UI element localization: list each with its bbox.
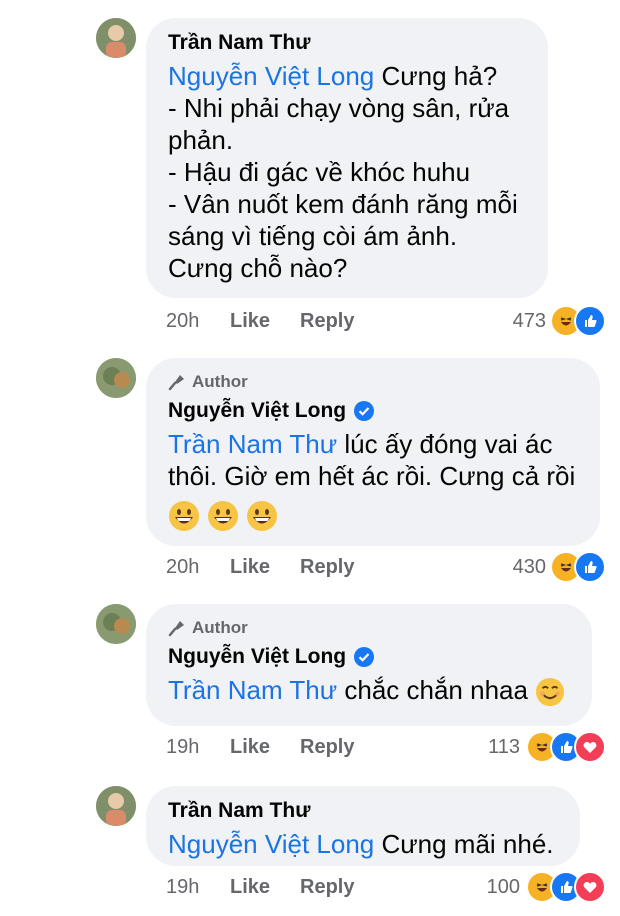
grinning-emoji [247, 501, 278, 532]
reaction-count[interactable]: 473 [513, 310, 546, 333]
mention-link[interactable]: Nguyễn Việt Long [168, 61, 374, 91]
love-icon [574, 731, 606, 763]
reply-button[interactable]: Reply [300, 736, 400, 759]
like-icon [574, 305, 606, 337]
comment-bubble: Trần Nam Thư Nguyễn Việt Long Cưng mãi n… [146, 786, 580, 866]
commenter-name[interactable]: Trần Nam Thư [168, 796, 310, 826]
reaction-count[interactable]: 100 [487, 876, 520, 899]
reply-button[interactable]: Reply [300, 876, 400, 899]
timestamp[interactable]: 19h [166, 736, 230, 759]
comment-text: Nguyễn Việt Long Cưng mãi nhé. [168, 829, 554, 859]
comment-bubble: Author Nguyễn Việt Long Trần Nam Thư lúc… [146, 358, 600, 546]
love-icon [574, 871, 606, 903]
comment-text: Nguyễn Việt Long Cưng hả? - Nhi phải chạ… [168, 61, 518, 283]
reply-button[interactable]: Reply [300, 310, 400, 333]
mention-link[interactable]: Trần Nam Thư [168, 429, 337, 459]
reaction-icons[interactable] [550, 551, 606, 583]
reaction-icons[interactable] [526, 871, 606, 903]
timestamp[interactable]: 19h [166, 876, 230, 899]
comment-actions: 19h Like Reply 113 [166, 731, 606, 763]
comment-actions: 20h Like Reply 473 [166, 305, 606, 337]
avatar[interactable] [96, 786, 136, 826]
commenter-name[interactable]: Nguyễn Việt Long [168, 642, 346, 672]
commenter-name[interactable]: Trần Nam Thư [168, 28, 310, 58]
verified-icon [354, 647, 375, 667]
avatar[interactable] [96, 358, 136, 398]
timestamp[interactable]: 20h [166, 310, 230, 333]
avatar[interactable] [96, 18, 136, 58]
like-button[interactable]: Like [230, 556, 300, 579]
author-badge: Author [168, 368, 578, 396]
reaction-icons[interactable] [550, 305, 606, 337]
comment-text: Trần Nam Thư lúc ấy đóng vai ác thôi. Gi… [168, 428, 578, 532]
reaction-count[interactable]: 430 [513, 556, 546, 579]
comment-bubble: Trần Nam Thư Nguyễn Việt Long Cưng hả? -… [146, 18, 548, 298]
timestamp[interactable]: 20h [166, 556, 230, 579]
author-badge: Author [168, 614, 570, 642]
grinning-emoji [169, 501, 199, 532]
verified-icon [354, 401, 375, 421]
grinning-emoji [208, 501, 239, 532]
mention-link[interactable]: Trần Nam Thư [168, 675, 337, 705]
like-button[interactable]: Like [230, 310, 300, 333]
reaction-count[interactable]: 113 [488, 736, 520, 759]
comment-text: Trần Nam Thư chắc chắn nhaa [168, 674, 570, 707]
like-icon [574, 551, 606, 583]
avatar[interactable] [96, 604, 136, 644]
microphone-icon [168, 621, 184, 637]
comment-bubble: Author Nguyễn Việt Long Trần Nam Thư chắ… [146, 604, 592, 726]
like-button[interactable]: Like [230, 736, 300, 759]
reply-button[interactable]: Reply [300, 556, 400, 579]
microphone-icon [168, 375, 184, 391]
commenter-name[interactable]: Nguyễn Việt Long [168, 396, 346, 426]
like-button[interactable]: Like [230, 876, 300, 899]
comment-actions: 19h Like Reply 100 [166, 871, 606, 903]
smiling-emoji [536, 678, 565, 707]
reaction-icons[interactable] [526, 731, 606, 763]
comment-actions: 20h Like Reply 430 [166, 551, 606, 583]
mention-link[interactable]: Nguyễn Việt Long [168, 829, 374, 859]
